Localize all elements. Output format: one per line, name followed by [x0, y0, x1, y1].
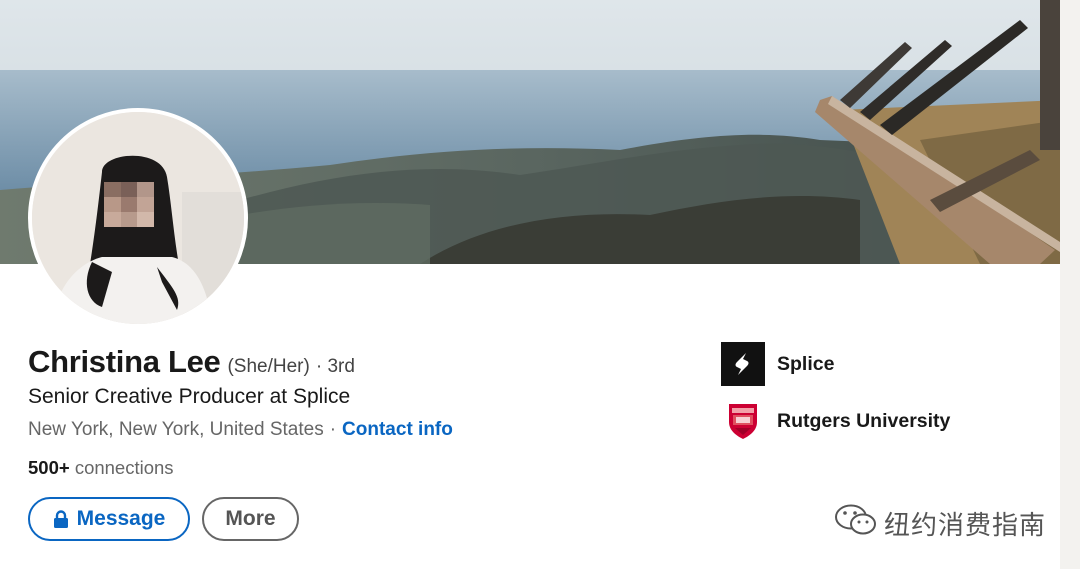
connections-count[interactable]: 500+ connections [28, 457, 174, 479]
name-row: Christina Lee (She/Her) · 3rd [28, 344, 355, 380]
contact-info-link[interactable]: Contact info [342, 419, 453, 440]
profile-name: Christina Lee [28, 344, 221, 379]
more-button-label: More [225, 507, 276, 530]
splice-logo-icon [721, 342, 765, 386]
lock-icon [53, 509, 69, 529]
education-link[interactable]: Rutgers University [721, 399, 950, 443]
more-button[interactable]: More [202, 497, 299, 541]
profile-card: Christina Lee (She/Her) · 3rd Senior Cre… [0, 0, 1080, 569]
avatar[interactable] [28, 108, 248, 328]
company-name: Splice [777, 352, 835, 375]
location-row: New York, New York, United States · Contac… [28, 419, 453, 441]
profile-pronouns: (She/Her) [227, 356, 310, 377]
rutgers-shield-icon [721, 399, 765, 443]
message-button-label: Message [76, 507, 166, 530]
watermark-text: 纽约消费指南 [884, 511, 1047, 541]
wechat-icon [834, 503, 878, 544]
separator-dot: · [329, 419, 337, 440]
connections-number: 500+ [28, 457, 70, 478]
profile-headline: Senior Creative Producer at Splice [28, 385, 351, 408]
connections-label: connections [74, 457, 174, 478]
connection-degree: · 3rd [315, 356, 355, 377]
page-edge [1060, 0, 1080, 569]
current-company-link[interactable]: Splice [721, 342, 834, 386]
profile-location: New York, New York, United States [28, 419, 324, 440]
message-button[interactable]: Message [28, 497, 190, 541]
school-name: Rutgers University [777, 409, 951, 432]
watermark: 纽约消费指南 [834, 503, 1046, 544]
